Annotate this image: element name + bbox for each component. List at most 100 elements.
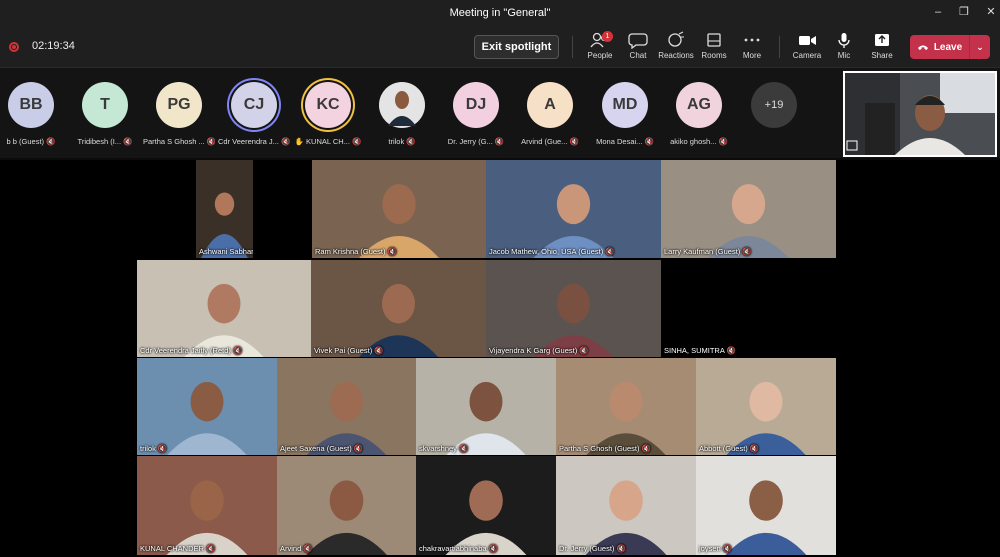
video-tile[interactable]: KUNAL CHANDER 🔇 bbox=[137, 456, 277, 555]
people-icon bbox=[590, 32, 608, 48]
participant-video bbox=[166, 480, 248, 555]
mic-icon bbox=[838, 33, 850, 48]
participant-video bbox=[306, 381, 387, 455]
participant-name: SINHA, SUMITRA 🔇 bbox=[664, 346, 736, 355]
participant-video bbox=[708, 184, 789, 258]
video-tile[interactable]: Arvind 🔇 bbox=[277, 456, 416, 555]
minimize-icon[interactable]: – bbox=[930, 4, 946, 20]
video-tile[interactable]: Larry Kaufman (Guest) 🔇 bbox=[661, 160, 836, 258]
attendee-8[interactable]: A Arvind (Gue... 🔇 bbox=[514, 82, 586, 146]
exit-spotlight-button[interactable]: Exit spotlight bbox=[474, 35, 559, 59]
participant-video bbox=[533, 283, 614, 357]
participant-video bbox=[726, 381, 806, 455]
attendee-name: Tridibesh (I... 🔇 bbox=[77, 137, 133, 146]
participant-name: Vivek Pai (Guest) 🔇 bbox=[314, 346, 384, 355]
video-tile[interactable]: Ashwani Sabharwal 🔇 bbox=[196, 160, 253, 258]
more-attendees-button: +19 bbox=[751, 82, 797, 128]
camera-label: Camera bbox=[792, 51, 822, 60]
attendee-6[interactable]: trilok 🔇 bbox=[366, 82, 438, 146]
attendee-10[interactable]: AG akiko ghosh... 🔇 bbox=[663, 82, 735, 146]
share-icon bbox=[875, 34, 889, 46]
avatar: PG bbox=[156, 82, 202, 128]
participant-name: Ram Krishna (Guest) 🔇 bbox=[315, 247, 397, 256]
video-tile[interactable]: trilok 🔇 bbox=[137, 358, 277, 455]
attendee-3[interactable]: PG Partha S Ghosh ... 🔇 bbox=[143, 82, 215, 146]
people-button[interactable]: 1 People bbox=[580, 31, 620, 65]
participant-name: Dr. Jerry (Guest) 🔇 bbox=[559, 544, 626, 553]
participant-video bbox=[586, 381, 666, 455]
more-button[interactable]: More bbox=[732, 31, 772, 65]
attendee-name: Cdr Veerendra J... 🔇 bbox=[218, 137, 290, 146]
participant-name: KUNAL CHANDER 🔇 bbox=[140, 544, 216, 553]
meeting-toolbar: 02:19:34 Exit spotlight 1 People Chat Re… bbox=[0, 26, 1000, 68]
chat-button[interactable]: Chat bbox=[618, 31, 658, 65]
participant-name: joysen 🔇 bbox=[699, 544, 733, 553]
avatar: BB bbox=[8, 82, 54, 128]
avatar bbox=[379, 82, 425, 128]
close-icon[interactable]: ✕ bbox=[983, 4, 999, 20]
participant-video bbox=[358, 283, 439, 357]
rooms-label: Rooms bbox=[701, 51, 727, 60]
video-tile[interactable]: Dr. Jerry (Guest) 🔇 bbox=[556, 456, 696, 555]
people-label: People bbox=[587, 51, 613, 60]
attendee-5[interactable]: KC ✋ KUNAL CH... 🔇 bbox=[292, 82, 364, 146]
reactions-label: Reactions bbox=[658, 51, 694, 60]
restore-icon[interactable]: ❐ bbox=[956, 4, 972, 20]
attendee-11[interactable]: +19 bbox=[738, 82, 810, 128]
avatar: AG bbox=[676, 82, 722, 128]
video-tile[interactable]: Abbott (Guest) 🔇 bbox=[696, 358, 836, 455]
window-title: Meeting in "General" bbox=[449, 7, 551, 19]
video-tile[interactable]: Ram Krishna (Guest) 🔇 bbox=[312, 160, 486, 258]
video-tile[interactable]: joysen 🔇 bbox=[696, 456, 836, 555]
chat-label: Chat bbox=[629, 51, 647, 60]
rooms-icon bbox=[707, 33, 721, 47]
participant-video bbox=[445, 480, 527, 555]
attendee-name: Mona Desai... 🔇 bbox=[596, 137, 654, 146]
mic-label: Mic bbox=[837, 51, 851, 60]
more-icon bbox=[744, 38, 760, 42]
camera-button[interactable]: Camera bbox=[787, 31, 827, 65]
title-bar: Meeting in "General" – ❐ ✕ bbox=[0, 0, 1000, 26]
participant-name: skvarshney 🔇 bbox=[419, 444, 469, 453]
more-label: More bbox=[742, 51, 762, 60]
avatar: T bbox=[82, 82, 128, 128]
meeting-timer: 02:19:34 bbox=[32, 40, 75, 52]
attendee-name: b b (Guest) 🔇 bbox=[6, 137, 56, 146]
avatar: KC bbox=[305, 82, 351, 128]
attendee-7[interactable]: DJ Dr. Jerry (G... 🔇 bbox=[440, 82, 512, 146]
attendee-9[interactable]: MD Mona Desai... 🔇 bbox=[589, 82, 661, 146]
self-view[interactable] bbox=[843, 71, 997, 157]
video-tile[interactable]: Ajeet Saxena (Guest) 🔇 bbox=[277, 358, 416, 455]
rooms-button[interactable]: Rooms bbox=[694, 31, 734, 65]
video-tile[interactable]: Vijayendra K Garg (Guest) 🔇 bbox=[486, 260, 661, 357]
mic-button[interactable]: Mic bbox=[824, 31, 864, 65]
reactions-icon bbox=[668, 31, 684, 47]
video-tile[interactable]: Partha S Ghosh (Guest) 🔇 bbox=[556, 358, 696, 455]
participant-name: Abbott (Guest) 🔇 bbox=[699, 444, 760, 453]
share-label: Share bbox=[871, 51, 893, 60]
video-tile[interactable]: skvarshney 🔇 bbox=[416, 358, 556, 455]
leave-label: Leave bbox=[933, 41, 963, 53]
camera-icon bbox=[799, 36, 816, 45]
toolbar-divider bbox=[779, 36, 780, 58]
attendee-4[interactable]: CJ Cdr Veerendra J... 🔇 bbox=[218, 82, 290, 146]
people-badge: 1 bbox=[602, 31, 613, 42]
attendee-1[interactable]: BB b b (Guest) 🔇 bbox=[0, 82, 67, 146]
video-tile[interactable]: Vivek Pai (Guest) 🔇 bbox=[311, 260, 486, 357]
attendee-name: ✋ KUNAL CH... 🔇 bbox=[294, 137, 362, 146]
video-tile[interactable]: Cdr Veerendra Jaitly (Retd) 🔇 bbox=[137, 260, 311, 357]
participant-name: Jacob Mathew, Ohio, USA (Guest) 🔇 bbox=[489, 247, 615, 256]
video-grid: Ashwani Sabharwal 🔇 Ram Krishna (Guest) 🔇… bbox=[0, 160, 1000, 557]
leave-button[interactable]: Leave ⌄ bbox=[910, 35, 990, 59]
participant-video bbox=[184, 283, 264, 357]
participant-name: Arvind 🔇 bbox=[280, 544, 313, 553]
participant-video bbox=[201, 192, 248, 258]
attendee-2[interactable]: T Tridibesh (I... 🔇 bbox=[69, 82, 141, 146]
reactions-button[interactable]: Reactions bbox=[656, 31, 696, 65]
video-tile[interactable]: SINHA, SUMITRA 🔇 bbox=[661, 260, 836, 357]
video-tile[interactable]: Jacob Mathew, Ohio, USA (Guest) 🔇 bbox=[486, 160, 661, 258]
video-tile[interactable]: chakravartiabhinaba 🔇 bbox=[416, 456, 556, 555]
chevron-down-icon[interactable]: ⌄ bbox=[970, 42, 990, 53]
share-button[interactable]: Share bbox=[862, 31, 902, 65]
participant-name: Partha S Ghosh (Guest) 🔇 bbox=[559, 444, 651, 453]
